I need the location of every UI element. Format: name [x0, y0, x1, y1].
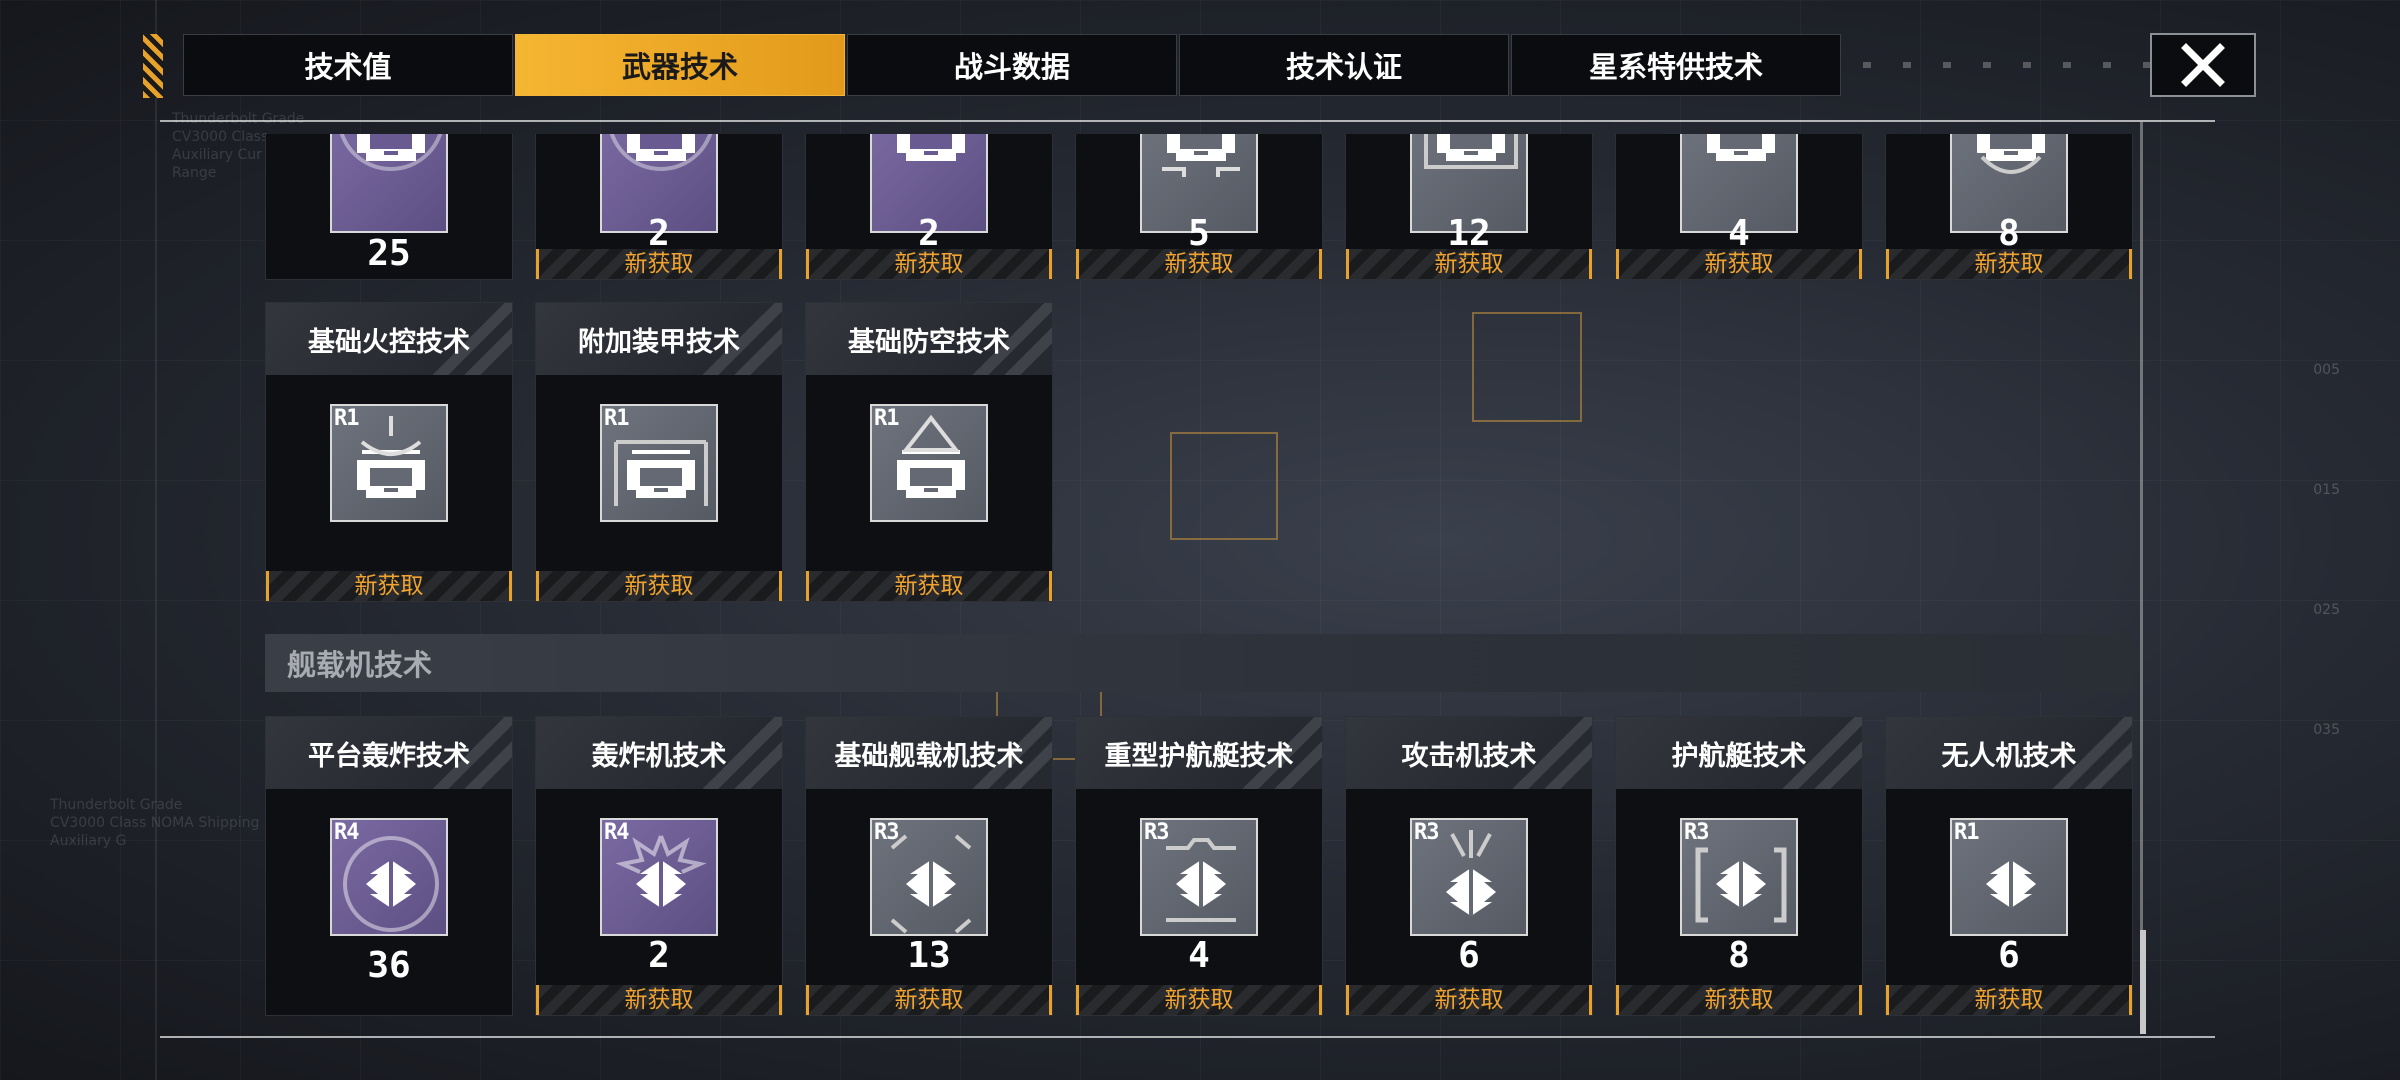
tech-card-additional-armor[interactable]: 附加装甲技术 R1 新获取: [535, 302, 783, 602]
drone-icon: R1: [1950, 818, 2068, 936]
tech-count: 2: [648, 935, 670, 976]
new-acquired-badge: 新获取: [536, 249, 782, 279]
tab-weapon-tech[interactable]: 武器技术: [515, 34, 845, 96]
rank-label: R4: [334, 820, 359, 845]
tech-card[interactable]: 8 新获取: [1885, 134, 2133, 280]
tech-count: 5: [1188, 213, 1210, 254]
fire-control-icon: R1: [330, 404, 448, 522]
platform-bombing-icon: R4: [330, 818, 448, 936]
new-acquired-badge: 新获取: [806, 571, 1052, 601]
tech-card-basic-air-defense[interactable]: 基础防空技术 R1 新获取: [805, 302, 1053, 602]
tab-combat-data[interactable]: 战斗数据: [847, 34, 1177, 96]
rank-label: R3: [1414, 820, 1439, 845]
tech-count: 8: [1728, 935, 1750, 976]
carrier-aircraft-icon: R3: [870, 818, 988, 936]
tech-card[interactable]: 4 新获取: [1615, 134, 1863, 280]
tech-card-title: 护航艇技术: [1616, 717, 1862, 789]
tech-card-drone[interactable]: 无人机技术 R1 6 新获取: [1885, 716, 2133, 1016]
new-acquired-badge: 新获取: [536, 571, 782, 601]
tech-card-platform-bombing[interactable]: 平台轰炸技术 R4 36: [265, 716, 513, 1016]
tab-tech-certification[interactable]: 技术认证: [1179, 34, 1509, 96]
tech-card-title: 基础防空技术: [806, 303, 1052, 375]
tech-card-title: 基础舰载机技术: [806, 717, 1052, 789]
tech-count: 12: [1447, 213, 1491, 254]
tab-bar: 技术值 武器技术 战斗数据 技术认证 星系特供技术: [143, 34, 2243, 98]
new-acquired-badge: 新获取: [1616, 985, 1862, 1015]
tech-card-heavy-escort[interactable]: 重型护航艇技术 R3 4 新获取: [1075, 716, 1323, 1016]
rank-label: R3: [1684, 820, 1709, 845]
new-acquired-badge: 新获取: [1076, 985, 1322, 1015]
new-acquired-badge: 新获取: [1346, 985, 1592, 1015]
new-acquired-badge: 新获取: [266, 571, 512, 601]
rank-label: R3: [1144, 820, 1169, 845]
tech-card-title: 重型护航艇技术: [1076, 717, 1322, 789]
tech-card-title: 附加装甲技术: [536, 303, 782, 375]
tech-count: 8: [1998, 213, 2020, 254]
tech-card-title: 轰炸机技术: [536, 717, 782, 789]
new-acquired-badge: 新获取: [536, 985, 782, 1015]
tech-card-title: 平台轰炸技术: [266, 717, 512, 789]
air-defense-icon: R1: [870, 404, 988, 522]
tech-card[interactable]: 5 新获取: [1075, 134, 1323, 280]
new-acquired-badge: 新获取: [1886, 985, 2132, 1015]
rank-label: R3: [874, 820, 899, 845]
tech-card-title: 攻击机技术: [1346, 717, 1592, 789]
tech-count: 13: [907, 935, 951, 976]
tech-card-escort-boat[interactable]: 护航艇技术 R3 8 新获取: [1615, 716, 1863, 1016]
panel-bottom-border: [160, 1036, 2215, 1038]
panel-top-border: [160, 120, 2215, 122]
rank-label: R1: [874, 406, 899, 431]
tech-count: 36: [367, 945, 411, 986]
tech-count: 2: [918, 213, 940, 254]
tech-card[interactable]: 2 新获取: [805, 134, 1053, 280]
tech-icon: [330, 134, 448, 233]
new-acquired-badge: 新获取: [806, 985, 1052, 1015]
tech-card[interactable]: 25: [265, 134, 513, 280]
new-acquired-badge: 新获取: [1346, 249, 1592, 279]
tech-count: 6: [1998, 935, 2020, 976]
rank-label: R1: [604, 406, 629, 431]
attack-aircraft-icon: R3: [1410, 818, 1528, 936]
new-acquired-badge: 新获取: [1616, 249, 1862, 279]
close-icon: [2181, 43, 2225, 87]
heavy-escort-icon: R3: [1140, 818, 1258, 936]
tech-card[interactable]: 12 新获取: [1345, 134, 1593, 280]
escort-boat-icon: R3: [1680, 818, 1798, 936]
new-acquired-badge: 新获取: [806, 249, 1052, 279]
tech-card[interactable]: 2 新获取: [535, 134, 783, 280]
close-button[interactable]: [2150, 33, 2256, 97]
tab-galaxy-special-tech[interactable]: 星系特供技术: [1511, 34, 1841, 96]
tech-count: 25: [367, 233, 411, 274]
rank-label: R4: [604, 820, 629, 845]
rank-label: R1: [1954, 820, 1979, 845]
tech-card-basic-carrier-aircraft[interactable]: 基础舰载机技术 R3 13 新获取: [805, 716, 1053, 1016]
rank-label: R1: [334, 406, 359, 431]
tech-count: 4: [1188, 935, 1210, 976]
new-acquired-badge: 新获取: [1076, 249, 1322, 279]
tech-list: 25 2 新获取 2 新获取 5 新获取 12 新获取 4 新获取 8 新获取 …: [0, 134, 2400, 1034]
tech-card-attack-aircraft[interactable]: 攻击机技术 R3 6 新获取: [1345, 716, 1593, 1016]
tech-count: 6: [1458, 935, 1480, 976]
tech-count: 2: [648, 213, 670, 254]
section-header-carrier-aircraft: 舰载机技术: [265, 634, 2133, 692]
tech-card-bomber[interactable]: 轰炸机技术 R4 2 新获取: [535, 716, 783, 1016]
tech-card-basic-fire-control[interactable]: 基础火控技术 R1 新获取: [265, 302, 513, 602]
tech-count: 4: [1728, 213, 1750, 254]
tech-card-title: 基础火控技术: [266, 303, 512, 375]
new-acquired-badge: 新获取: [1886, 249, 2132, 279]
tech-card-title: 无人机技术: [1886, 717, 2132, 789]
bomber-icon: R4: [600, 818, 718, 936]
armor-icon: R1: [600, 404, 718, 522]
tab-tech-value[interactable]: 技术值: [183, 34, 513, 96]
